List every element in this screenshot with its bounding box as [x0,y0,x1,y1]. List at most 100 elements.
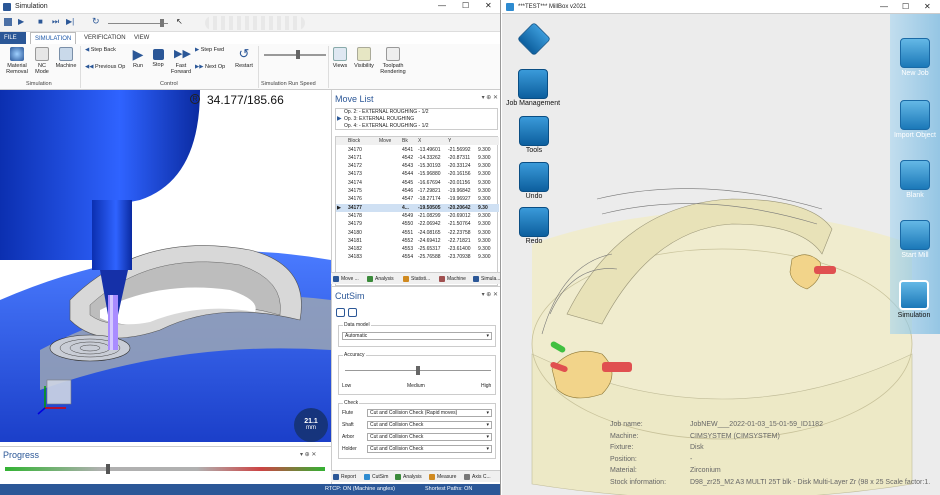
table-cell: -21.50764 [448,221,471,228]
fast-forward-icon[interactable]: ⏭ [52,17,59,27]
move-list-controls[interactable]: ▾ ⊕ ✕ [482,94,498,101]
speed-slider[interactable] [108,23,168,24]
import-object-icon [900,100,930,130]
bottom-tab[interactable]: Simula... [472,275,500,283]
new-job-button[interactable]: New Job [891,38,939,77]
progress-track[interactable] [5,467,325,471]
tab-simulation[interactable]: SIMULATION [30,32,77,44]
table-row[interactable]: 34176 4547 -18.27174 -19.96927 9.300 [336,195,499,203]
table-row[interactable]: 34173 4544 -15.96880 -20.16156 9.300 [336,170,499,178]
maximize-button[interactable]: ☐ [462,1,469,10]
table-row[interactable]: 34183 4554 -25.76588 -23.70938 9.300 [336,253,499,261]
bottom-tab[interactable]: Machine [438,275,466,283]
millbox-workspace[interactable]: Job Management Tools Undo Redo New Job I… [502,14,940,495]
step-fwd-button[interactable]: ▶ Step Fwd [195,47,224,53]
cutsim-settings-icon[interactable] [348,308,357,317]
close-button[interactable]: ✕ [485,1,492,10]
undo-button[interactable]: Undo [514,162,554,200]
accuracy-slider-thumb[interactable] [416,366,420,375]
blank-button[interactable]: Blank [891,160,939,199]
separator [258,46,259,88]
run-speed-slider[interactable] [264,54,326,56]
check-shaft-select[interactable]: Cut and Collision Check [367,421,492,429]
table-cell: -20.16156 [448,171,471,178]
table-row[interactable]: 34182 4553 -25.65317 -23.61400 9.300 [336,245,499,253]
machine-button[interactable]: Machine [53,47,79,69]
bottom-tab[interactable]: Axis C... [463,473,491,481]
operation-item[interactable]: Op. 3: EXTERNAL ROUGHING [344,116,497,123]
play-icon[interactable]: ▶ [18,17,24,26]
bottom-tab[interactable]: Analysis [394,473,422,481]
table-row[interactable]: 34170 4541 -13.49601 -21.56992 9.300 [336,146,499,154]
table-row[interactable]: 34177 4... -19.50505 -20.20642 9.30 ▶ [336,203,499,212]
operation-list[interactable]: Op. 2: - EXTERNAL ROUGHING - 1/2 Op. 3: … [335,108,498,130]
move-table[interactable]: Block Move Bk X Y 34170 4541 -13.49601 -21.56992… [335,136,499,286]
nc-mode-button[interactable]: NC Mode [32,47,52,75]
tab-verification[interactable]: VERIFICATION [80,32,130,44]
visibility-button[interactable]: Visibility [352,47,376,69]
table-cell: -15.96880 [418,171,441,178]
millbox-minimize-button[interactable]: — [880,0,888,14]
save-icon[interactable] [4,18,12,26]
import-object-button[interactable]: Import Object [886,100,940,139]
restart-icon[interactable]: ↻ [92,16,100,27]
move-list-bottom-tabs: Move ... Analysis Statisti... Machine Simula… [331,272,500,284]
bottom-tab[interactable]: Move ... [332,275,359,283]
table-row[interactable]: 34171 4542 -14.33262 -20.87311 9.300 [336,154,499,162]
table-row[interactable]: 34172 4543 -15.30193 -20.33124 9.300 [336,162,499,170]
nc-mode-icon [35,47,49,61]
stop-button[interactable]: Stop [149,47,167,68]
operation-item[interactable]: Op. 2: - EXTERNAL ROUGHING - 1/2 [344,109,497,116]
table-cell: 9.300 [478,229,491,236]
millbox-close-button[interactable]: ✕ [924,0,931,14]
material-removal-button[interactable]: Material Removal [3,47,31,75]
bottom-tab[interactable]: Statisti... [402,275,430,283]
tab-view[interactable]: VIEW [130,32,153,44]
table-row[interactable]: 34179 4550 -22.06942 -21.50764 9.300 [336,220,499,228]
bottom-tab[interactable]: Analysis [366,275,394,283]
bottom-tab[interactable]: CutSim [363,473,388,481]
check-arbor-select[interactable]: Cut and Collision Check [367,433,492,441]
cutsim-tool-icon[interactable] [336,308,345,317]
step-icon[interactable]: ▶| [66,17,74,26]
next-op-button[interactable]: ▶▶ Next Op [195,64,225,70]
speed-slider-thumb[interactable] [160,19,164,27]
table-row[interactable]: 34175 4546 -17.29821 -19.96842 9.300 [336,187,499,195]
redo-button[interactable]: Redo [514,207,554,245]
previous-op-button[interactable]: ◀◀ Previous Op [85,64,125,70]
check-flute-select[interactable]: Cut and Collision Check (Rapid moves) [367,409,492,417]
restart-button[interactable]: ↺ Restart [233,47,255,70]
run-speed-slider-thumb[interactable] [296,50,300,59]
check-holder-select[interactable]: Cut and Collision Check [367,445,492,453]
operation-item[interactable]: Op. 4: - EXTERNAL ROUGHING - 1/2 [344,123,497,130]
step-back-button[interactable]: ◀ Step Back [85,47,116,53]
toolpath-rendering-button[interactable]: Toolpath Rendering [378,47,408,75]
table-header[interactable]: Block Move Bk X Y [336,137,499,146]
stop-icon[interactable]: ■ [38,17,43,26]
cursor-icon[interactable]: ↖ [176,17,183,26]
progress-panel-controls[interactable]: ▾ ⊕ ✕ [300,451,316,458]
tab-file[interactable]: FILE [0,32,26,44]
job-management-button[interactable]: Job Management [502,69,564,107]
fast-forward-button[interactable]: ▶▶ Fast Forward [168,47,194,75]
table-row[interactable]: 34180 4551 -24.08165 -22.23758 9.300 [336,229,499,237]
minimize-button[interactable]: — [438,1,446,10]
table-row[interactable]: 34174 4545 -16.67694 -20.01156 9.300 [336,179,499,187]
simulation-button[interactable]: Simulation [888,280,940,319]
views-button[interactable]: Views [330,47,350,69]
table-row[interactable]: 34178 4549 -21.08299 -20.69012 9.300 [336,212,499,220]
bottom-tab[interactable]: Report [332,473,356,481]
table-cell: Bk [402,138,408,144]
data-model-select[interactable]: Automatic [342,332,492,340]
run-button[interactable]: ▶ Run [130,47,146,69]
cutsim-controls[interactable]: ▾ ⊕ ✕ [482,291,498,298]
tools-button[interactable]: Tools [514,116,554,154]
simulation-viewport[interactable]: R 34.177/185.66 21.1 mm [0,90,331,442]
table-row[interactable]: 34181 4552 -24.69412 -22.71821 9.300 [336,237,499,245]
bottom-tab[interactable]: Measure [428,473,456,481]
progress-thumb[interactable] [106,464,110,474]
table-cell: -18.27174 [418,196,441,203]
start-mill-button[interactable]: Start Mill [891,220,939,259]
millbox-maximize-button[interactable]: ☐ [902,0,909,14]
home-button[interactable] [516,22,552,56]
